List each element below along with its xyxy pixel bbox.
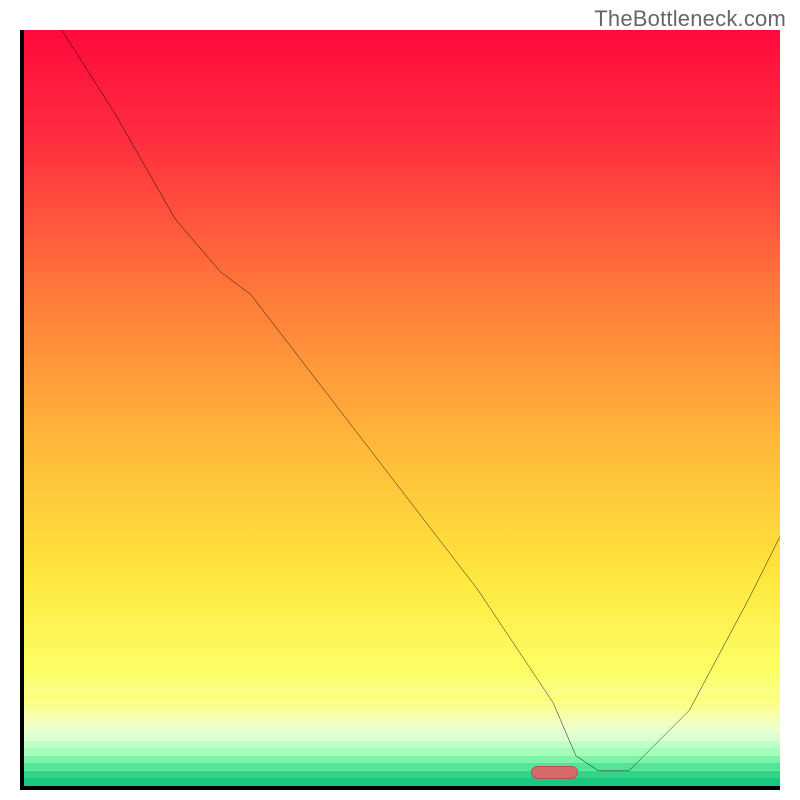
optimum-marker [531,766,579,780]
watermark-text: TheBottleneck.com [594,6,786,32]
chart-stage: TheBottleneck.com [0,0,800,800]
plot-area [20,30,780,790]
bottleneck-curve [24,30,780,786]
